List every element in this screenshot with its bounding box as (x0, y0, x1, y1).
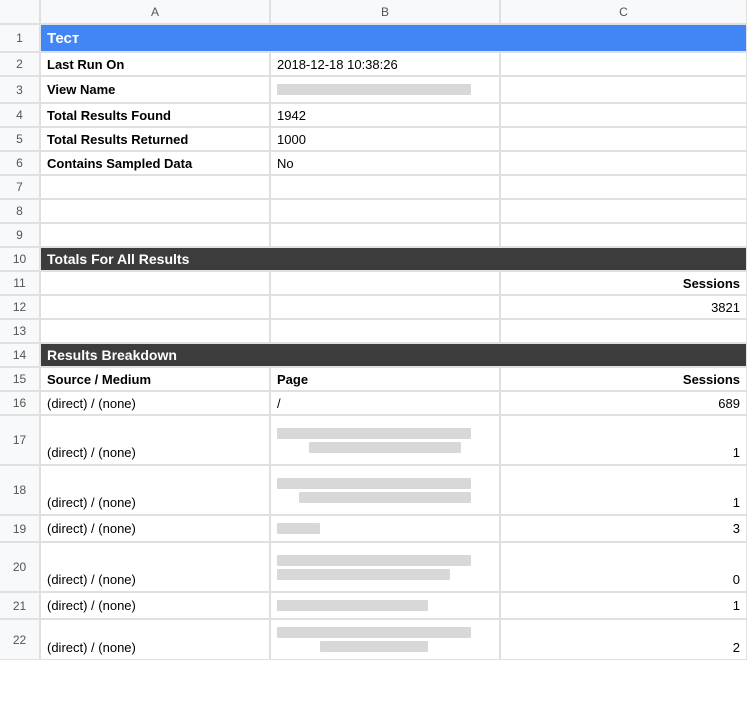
cell-a16[interactable]: (direct) / (none) (40, 391, 270, 415)
cell-c3[interactable] (500, 76, 747, 103)
row-header-12[interactable]: 12 (0, 295, 40, 319)
cell-a3[interactable]: View Name (40, 76, 270, 103)
breakdown-header[interactable]: Results Breakdown (40, 343, 747, 367)
redacted-content (277, 519, 493, 538)
cell-b16[interactable]: / (270, 391, 500, 415)
row-header-17[interactable]: 17 (0, 415, 40, 465)
cell-c22[interactable]: 2 (500, 619, 747, 660)
cell-b12[interactable] (270, 295, 500, 319)
cell-c16[interactable]: 689 (500, 391, 747, 415)
cell-a6[interactable]: Contains Sampled Data (40, 151, 270, 175)
cell-a11[interactable] (40, 271, 270, 295)
row-header-20[interactable]: 20 (0, 542, 40, 592)
row-header-19[interactable]: 19 (0, 515, 40, 542)
totals-header[interactable]: Totals For All Results (40, 247, 747, 271)
cell-b20[interactable] (270, 542, 500, 592)
row-header-15[interactable]: 15 (0, 367, 40, 391)
cell-c20[interactable]: 0 (500, 542, 747, 592)
cell-a7[interactable] (40, 175, 270, 199)
cell-a5[interactable]: Total Results Returned (40, 127, 270, 151)
cell-a22[interactable]: (direct) / (none) (40, 619, 270, 660)
cell-b6[interactable]: No (270, 151, 500, 175)
cell-b9[interactable] (270, 223, 500, 247)
title-cell[interactable]: Тест (40, 24, 747, 52)
cell-b11[interactable] (270, 271, 500, 295)
cell-a4[interactable]: Total Results Found (40, 103, 270, 127)
redacted-content (277, 424, 493, 457)
cell-c7[interactable] (500, 175, 747, 199)
cell-c4[interactable] (500, 103, 747, 127)
row-header-22[interactable]: 22 (0, 619, 40, 660)
col-header-c[interactable]: C (500, 0, 747, 24)
row-header-7[interactable]: 7 (0, 175, 40, 199)
cell-b8[interactable] (270, 199, 500, 223)
cell-c11[interactable]: Sessions (500, 271, 747, 295)
cell-a20[interactable]: (direct) / (none) (40, 542, 270, 592)
redacted-content (277, 596, 493, 615)
row-header-1[interactable]: 1 (0, 24, 40, 52)
row-header-8[interactable]: 8 (0, 199, 40, 223)
cell-c5[interactable] (500, 127, 747, 151)
redacted-content (277, 623, 493, 656)
cell-a21[interactable]: (direct) / (none) (40, 592, 270, 619)
row-header-5[interactable]: 5 (0, 127, 40, 151)
cell-c12[interactable]: 3821 (500, 295, 747, 319)
cell-a8[interactable] (40, 199, 270, 223)
col-header-b[interactable]: B (270, 0, 500, 24)
cell-a9[interactable] (40, 223, 270, 247)
cell-c21[interactable]: 1 (500, 592, 747, 619)
row-header-9[interactable]: 9 (0, 223, 40, 247)
cell-c8[interactable] (500, 199, 747, 223)
cell-b2[interactable]: 2018-12-18 10:38:26 (270, 52, 500, 76)
cell-b17[interactable] (270, 415, 500, 465)
row-header-10[interactable]: 10 (0, 247, 40, 271)
row-header-11[interactable]: 11 (0, 271, 40, 295)
cell-b3[interactable] (270, 76, 500, 103)
cell-b22[interactable] (270, 619, 500, 660)
cell-b21[interactable] (270, 592, 500, 619)
cell-c15[interactable]: Sessions (500, 367, 747, 391)
spreadsheet-grid: A B C 1 Тест 2 Last Run On 2018-12-18 10… (0, 0, 747, 660)
col-header-a[interactable]: A (40, 0, 270, 24)
cell-b4[interactable]: 1942 (270, 103, 500, 127)
cell-c13[interactable] (500, 319, 747, 343)
cell-b7[interactable] (270, 175, 500, 199)
redacted-content (277, 551, 493, 584)
row-header-21[interactable]: 21 (0, 592, 40, 619)
cell-a2[interactable]: Last Run On (40, 52, 270, 76)
cell-b15[interactable]: Page (270, 367, 500, 391)
cell-a19[interactable]: (direct) / (none) (40, 515, 270, 542)
cell-a18[interactable]: (direct) / (none) (40, 465, 270, 515)
row-header-18[interactable]: 18 (0, 465, 40, 515)
row-header-2[interactable]: 2 (0, 52, 40, 76)
cell-c17[interactable]: 1 (500, 415, 747, 465)
cell-a17[interactable]: (direct) / (none) (40, 415, 270, 465)
cell-c18[interactable]: 1 (500, 465, 747, 515)
cell-a12[interactable] (40, 295, 270, 319)
row-header-14[interactable]: 14 (0, 343, 40, 367)
cell-a13[interactable] (40, 319, 270, 343)
row-header-13[interactable]: 13 (0, 319, 40, 343)
redacted-content (277, 474, 493, 507)
row-header-6[interactable]: 6 (0, 151, 40, 175)
row-header-3[interactable]: 3 (0, 76, 40, 103)
cell-b13[interactable] (270, 319, 500, 343)
corner-cell[interactable] (0, 0, 40, 24)
cell-c9[interactable] (500, 223, 747, 247)
row-header-16[interactable]: 16 (0, 391, 40, 415)
cell-c19[interactable]: 3 (500, 515, 747, 542)
redacted-content (277, 80, 493, 99)
cell-c2[interactable] (500, 52, 747, 76)
cell-a15[interactable]: Source / Medium (40, 367, 270, 391)
cell-c6[interactable] (500, 151, 747, 175)
cell-b19[interactable] (270, 515, 500, 542)
row-header-4[interactable]: 4 (0, 103, 40, 127)
cell-b5[interactable]: 1000 (270, 127, 500, 151)
cell-b18[interactable] (270, 465, 500, 515)
